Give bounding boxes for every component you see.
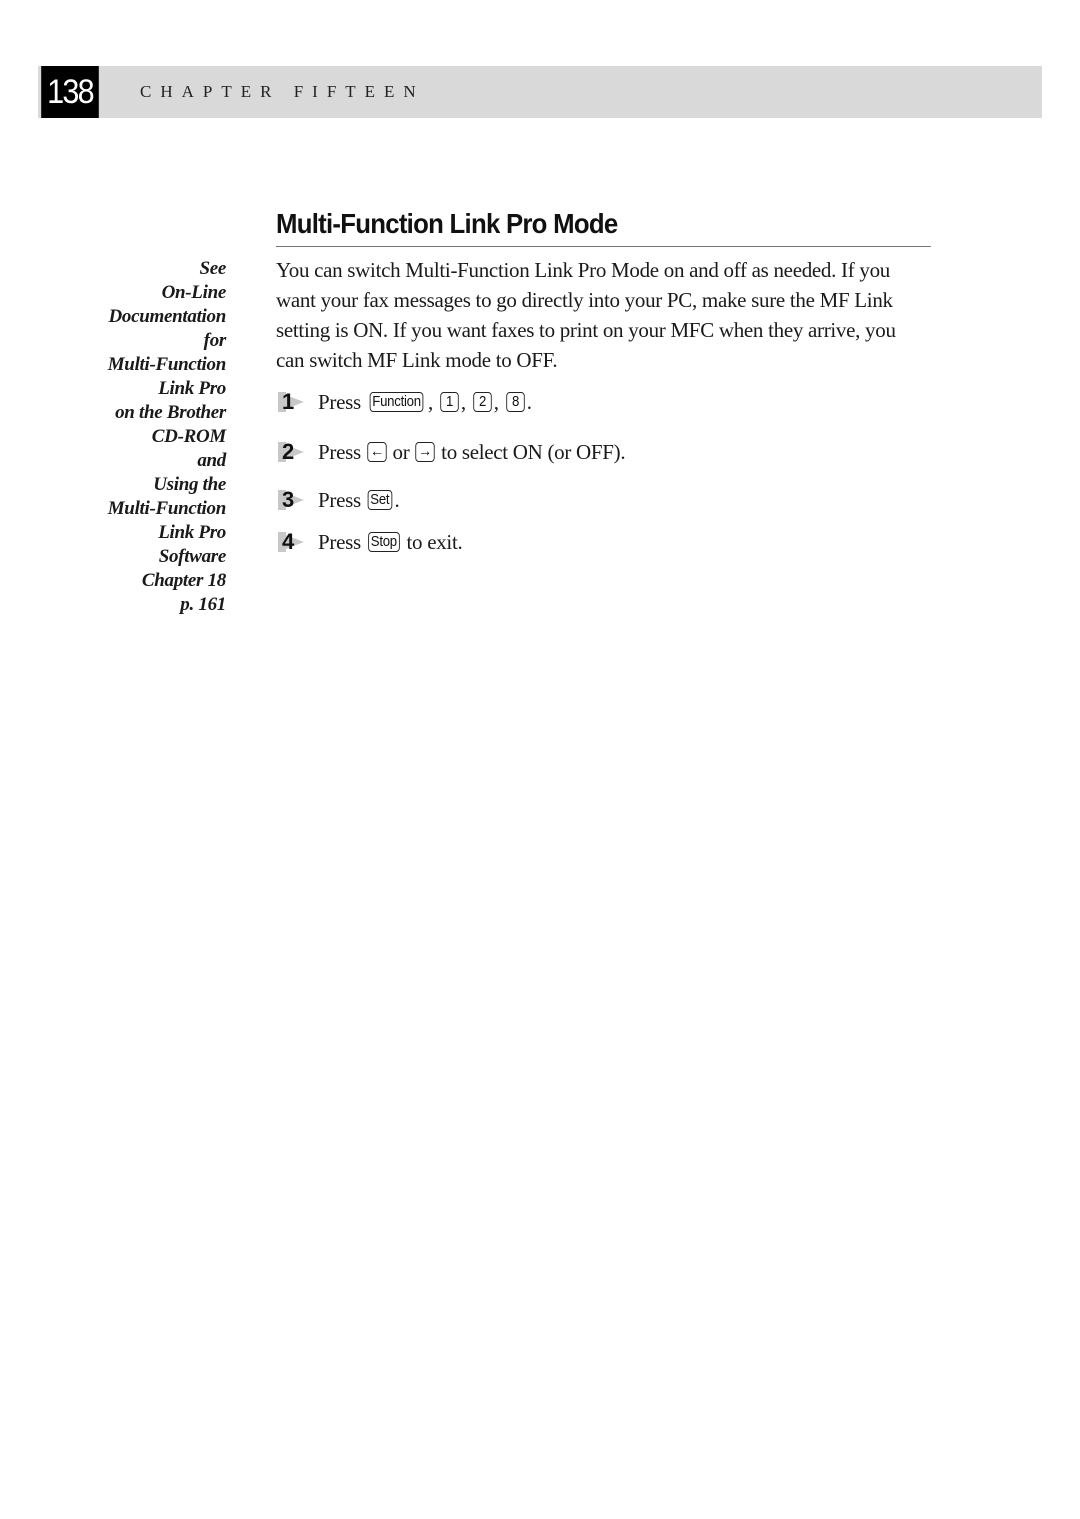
paragraph-line: want your fax messages to go directly in… — [276, 288, 893, 312]
chapter-header-bar: 138 CHAPTER FIFTEEN — [38, 66, 1042, 118]
chapter-label: CHAPTER FIFTEEN — [140, 82, 425, 101]
paragraph-line: setting is ON. If you want faxes to prin… — [276, 318, 896, 342]
step-2: 2 Press ← or → to select ON (or OFF). — [276, 438, 629, 466]
step-number: 1 — [282, 389, 294, 414]
key-2: 2 — [473, 392, 492, 412]
sidebar-note-line: See — [199, 258, 226, 279]
sidebar-note-line: p. 161 — [180, 594, 226, 615]
sidebar-note-line: on the Brother — [115, 402, 226, 423]
key-8: 8 — [505, 392, 525, 412]
sidebar-note-line: Link Pro — [158, 378, 226, 399]
sidebar-note-line: Link Pro — [158, 522, 226, 543]
step-number-badge: 2 — [276, 438, 310, 466]
paragraph-line: You can switch Multi-Function Link Pro M… — [276, 258, 890, 282]
paragraph-line: can switch MF Link mode to OFF. — [276, 348, 558, 372]
step-number: 4 — [282, 529, 294, 554]
left-arrow-key-icon: ← — [367, 442, 387, 462]
sidebar-note-line: CD-ROM — [151, 426, 227, 447]
right-arrow-key-icon: → — [415, 442, 435, 462]
sidebar-note-line: Documentation — [108, 306, 226, 327]
step-text: Press — [318, 439, 361, 464]
title-divider — [276, 246, 931, 247]
step-1: 1 Press Function, 1, 2, 8. — [276, 388, 532, 416]
step-number: 2 — [282, 439, 294, 464]
section-title: Multi-Function Link Pro Mode — [276, 208, 618, 239]
function-key: Function — [369, 392, 424, 412]
sidebar-note-line: On-Line — [161, 282, 227, 303]
page-number: 138 — [41, 66, 99, 118]
stop-key: Stop — [367, 532, 400, 552]
step-text: Press — [318, 487, 361, 512]
step-number-badge: 4 — [276, 528, 310, 556]
step-number-badge: 3 — [276, 486, 310, 514]
sidebar-note-line: Multi-Function — [107, 354, 227, 375]
step-number-badge: 1 — [276, 388, 310, 416]
step-3: 3 Press Set. — [276, 486, 400, 514]
sidebar-note-line: Software — [158, 546, 227, 567]
step-text: Press — [318, 389, 361, 414]
intro-paragraph: You can switch Multi-Function Link Pro M… — [276, 255, 936, 375]
sidebar-note-line: Using the — [153, 474, 226, 495]
sidebar-note: See On-Line Documentation for Multi-Func… — [60, 257, 227, 617]
set-key: Set — [367, 490, 392, 510]
sidebar-note-line: for — [203, 330, 227, 351]
step-text: Press — [318, 529, 361, 554]
step-number: 3 — [282, 487, 294, 512]
key-1: 1 — [440, 392, 459, 412]
sidebar-note-line: Chapter 18 — [141, 570, 226, 591]
sidebar-note-line: and — [197, 450, 226, 471]
step-4: 4 Press Stop to exit. — [276, 528, 466, 556]
sidebar-note-line: Multi-Function — [107, 498, 227, 519]
